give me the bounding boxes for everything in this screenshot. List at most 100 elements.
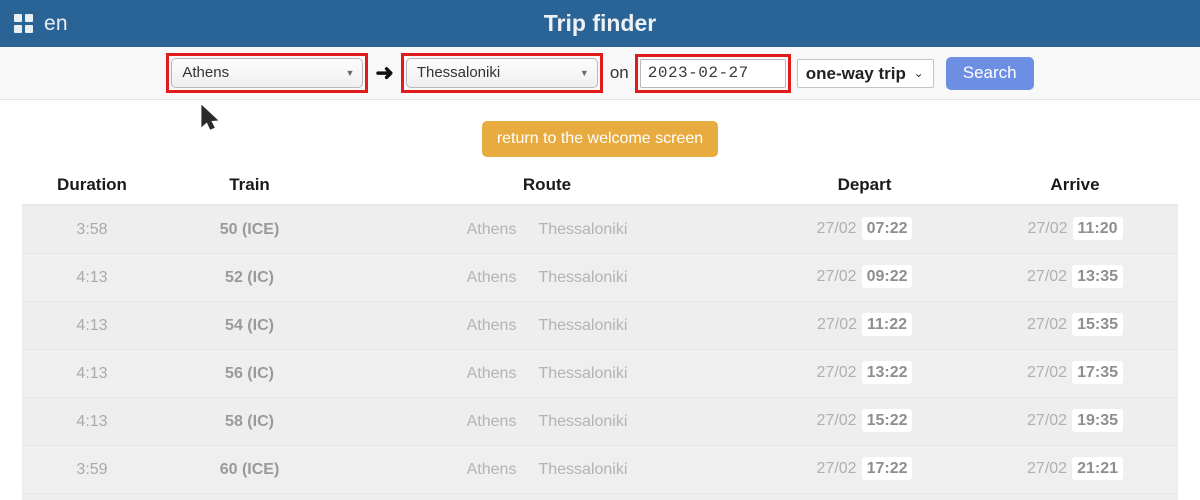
depart-highlight-box: 27/02 11:22 xyxy=(807,311,922,340)
table-row[interactable]: 3:59 60 (ICE) Athens Thessaloniki 27/02 17:22… xyxy=(22,445,1178,494)
table-row[interactable]: 4:13 58 (IC) Athens Thessaloniki 27/02 15:22 2… xyxy=(22,397,1178,446)
table-row[interactable]: 4:1362 (IC)AthensThessaloniki27/0219:222… xyxy=(22,493,1178,500)
duration-value: 4:13 xyxy=(76,364,108,382)
results-table-wrapper: Duration Train Route Depart Arrive 3:58 5… xyxy=(0,175,1200,500)
route-from: Athens xyxy=(466,364,517,382)
table-body: 3:58 50 (ICE) Athens Thessaloniki 27/02 07:22… xyxy=(22,205,1178,500)
cell-train: 62 (IC) xyxy=(162,493,337,500)
arrive-time: 17:35 xyxy=(1072,361,1123,384)
language-label: en xyxy=(44,11,68,35)
cell-route: AthensThessaloniki xyxy=(337,301,757,350)
cell-train: 60 (ICE) xyxy=(162,445,337,494)
duration-value: 3:59 xyxy=(76,460,108,478)
origin-highlight-box: Athens ▼ xyxy=(166,53,369,93)
cell-train: 58 (IC) xyxy=(162,397,337,446)
arrive-group: 27/02 21:21 xyxy=(1017,455,1133,484)
cell-depart: 27/02 11:22 xyxy=(757,301,972,350)
depart-highlight-box: 27/02 17:22 xyxy=(807,455,923,484)
page-title: Trip finder xyxy=(543,10,657,36)
depart-highlight-box: 27/02 15:22 xyxy=(807,407,923,436)
route-from: Athens xyxy=(466,220,517,238)
column-header-train: Train xyxy=(162,175,337,206)
date-highlight-box xyxy=(634,53,791,93)
arrive-time: 11:20 xyxy=(1072,217,1123,240)
welcome-button-row: return to the welcome screen xyxy=(0,100,1200,175)
duration-value: 4:13 xyxy=(76,268,108,286)
cell-arrive: 27/02 21:21 xyxy=(972,445,1178,494)
route-value: Athens Thessaloniki xyxy=(467,269,628,286)
cell-duration: 4:13 xyxy=(22,397,162,446)
route-to: Thessaloniki xyxy=(538,460,628,478)
depart-date: 27/02 xyxy=(816,460,857,477)
depart-highlight-box: 27/02 09:22 xyxy=(807,263,923,292)
trip-type-select[interactable]: one-way trip xyxy=(796,58,934,88)
cell-duration: 4:13 xyxy=(22,349,162,398)
route-to: Thessaloniki xyxy=(538,220,628,238)
duration-value: 4:13 xyxy=(76,412,108,430)
train-value: 54 (IC) xyxy=(225,316,274,334)
route-value: Athens Thessaloniki xyxy=(467,365,628,382)
depart-time: 07:22 xyxy=(861,217,913,240)
trip-results-table: Duration Train Route Depart Arrive 3:58 5… xyxy=(22,175,1178,500)
origin-select[interactable]: Athens xyxy=(171,58,364,88)
cell-route: AthensThessaloniki xyxy=(337,397,757,446)
depart-date: 27/02 xyxy=(816,220,857,237)
cell-depart: 27/02 17:22 xyxy=(757,445,972,494)
return-to-welcome-screen-button[interactable]: return to the welcome screen xyxy=(481,121,719,157)
language-switcher[interactable]: en xyxy=(14,12,68,36)
route-to: Thessaloniki xyxy=(538,268,628,286)
route-value: Athens Thessaloniki xyxy=(467,317,628,334)
cell-train: 56 (IC) xyxy=(162,349,337,398)
destination-select[interactable]: Thessaloniki xyxy=(405,58,598,88)
top-navbar: en Trip finder xyxy=(0,0,1200,47)
destination-select-wrapper[interactable]: Thessaloniki ▼ xyxy=(405,58,598,88)
duration-value: 4:13 xyxy=(76,316,108,334)
cell-duration: 4:13 xyxy=(22,253,162,302)
arrive-time: 19:35 xyxy=(1072,409,1123,432)
cell-arrive: 27/02 13:35 xyxy=(972,253,1178,302)
cell-train: 52 (IC) xyxy=(162,253,337,302)
on-label: on xyxy=(609,63,629,82)
table-row[interactable]: 4:13 54 (IC) Athens Thessaloniki 27/02 11:22 2… xyxy=(22,301,1178,350)
arrive-group: 27/02 19:35 xyxy=(1017,407,1133,436)
arrive-group: 27/02 15:35 xyxy=(1017,311,1133,340)
trip-type-wrapper[interactable]: one-way trip ⌄ xyxy=(796,58,934,88)
route-from: Athens xyxy=(466,268,517,286)
arrive-date: 27/02 xyxy=(1027,460,1068,477)
date-input[interactable] xyxy=(639,58,786,88)
depart-highlight-box: 27/02 13:22 xyxy=(807,359,923,388)
route-value: Athens Thessaloniki xyxy=(467,413,628,430)
cell-route: Athens Thessaloniki xyxy=(337,205,757,254)
depart-time: 15:22 xyxy=(861,409,913,432)
search-button[interactable]: Search xyxy=(945,56,1034,90)
depart-time: 17:22 xyxy=(861,457,913,480)
arrive-time: 15:35 xyxy=(1072,313,1123,336)
arrive-time: 21:21 xyxy=(1072,457,1123,480)
table-row[interactable]: 3:58 50 (ICE) Athens Thessaloniki 27/02 07:22… xyxy=(22,205,1178,254)
arrive-group: 27/02 17:35 xyxy=(1017,359,1133,388)
route-from: Athens xyxy=(466,412,517,430)
cell-depart: 27/02 09:22 xyxy=(757,253,972,302)
cell-depart: 27/02 13:22 xyxy=(757,349,972,398)
cell-train: 50 (ICE) xyxy=(162,205,337,254)
arrive-group: 27/02 13:35 xyxy=(1017,263,1133,292)
cell-arrive: 27/02 19:35 xyxy=(972,397,1178,446)
arrive-date: 27/02 xyxy=(1027,364,1068,381)
grid-menu-icon[interactable] xyxy=(14,14,33,33)
table-row[interactable]: 4:13 56 (IC) Athens Thessaloniki 27/02 13:22 2… xyxy=(22,349,1178,398)
cell-route: AthensThessaloniki xyxy=(337,493,757,500)
route-to: Thessaloniki xyxy=(538,364,628,382)
destination-highlight-box: Thessaloniki ▼ xyxy=(400,53,603,93)
main-content: return to the welcome screen Duration Tr… xyxy=(0,100,1200,500)
depart-date: 27/02 xyxy=(816,268,857,285)
origin-select-wrapper[interactable]: Athens ▼ xyxy=(171,58,364,88)
table-row[interactable]: 4:13 52 (IC) Athens Thessaloniki 27/02 09:22 2… xyxy=(22,253,1178,302)
cell-arrive: 27/02 17:35 xyxy=(972,349,1178,398)
cell-depart: 27/02 15:22 xyxy=(757,397,972,446)
train-value: 56 (IC) xyxy=(225,364,274,382)
route-value: Athens Thessaloniki xyxy=(467,461,628,478)
arrive-date: 27/02 xyxy=(1027,316,1068,333)
arrive-date: 27/02 xyxy=(1027,268,1068,285)
arrive-date: 27/02 xyxy=(1027,412,1068,429)
search-toolbar: Athens ▼ ➜ Thessaloniki ▼ on one-way tri… xyxy=(0,47,1200,130)
